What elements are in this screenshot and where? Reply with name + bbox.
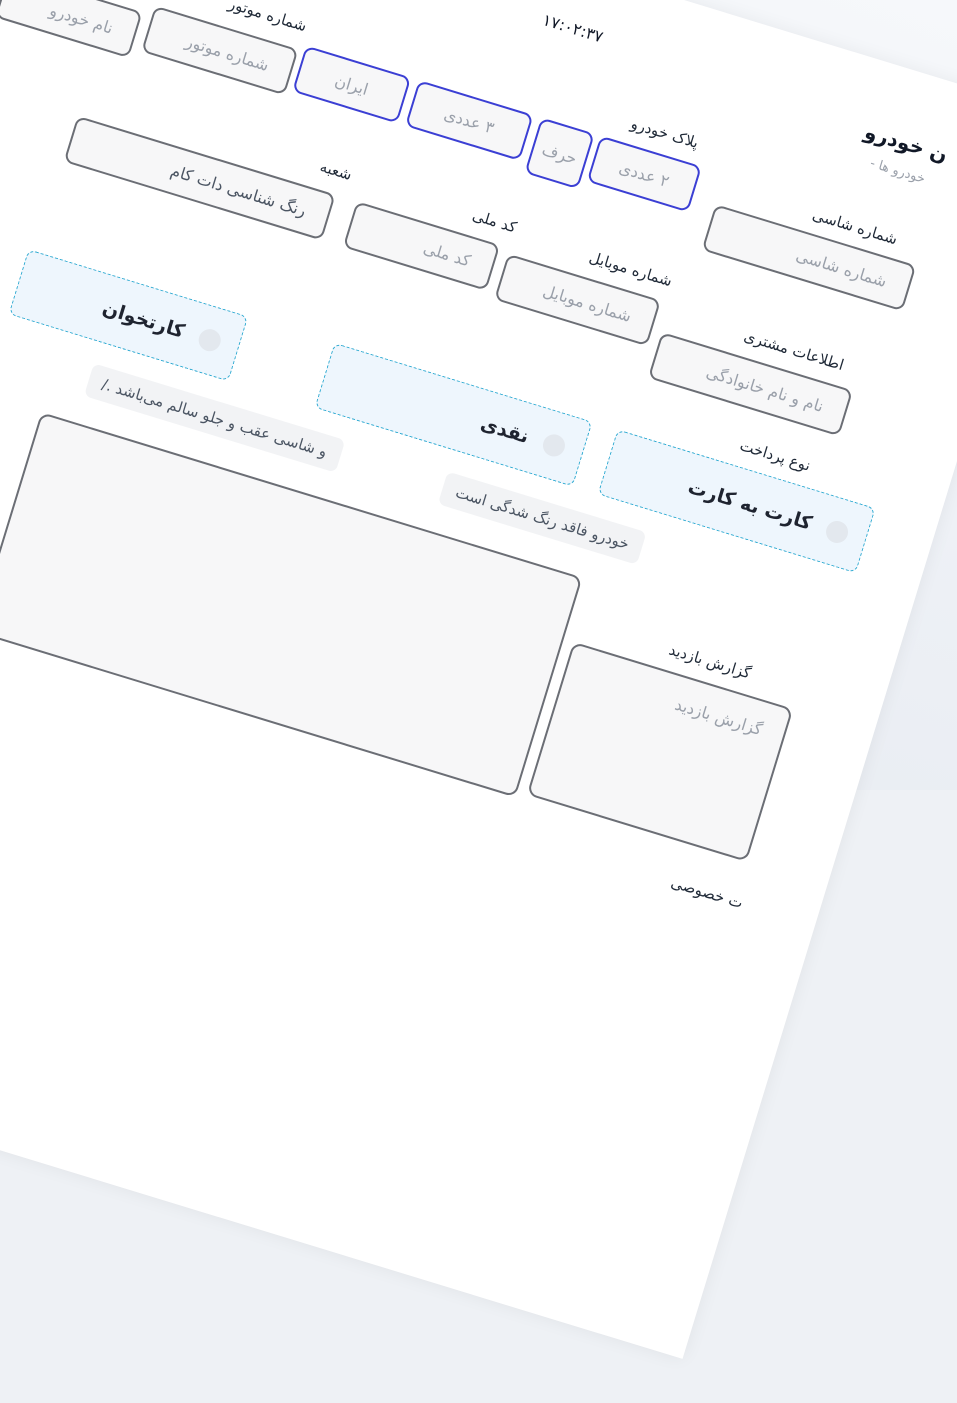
payment-option-label: کارت به کارت bbox=[685, 476, 815, 535]
radio-button[interactable] bbox=[540, 431, 568, 460]
page-canvas: ۱۷:۰۲:۳۷ ن خودرو خودرو ها - نام خودرو شم… bbox=[0, 0, 957, 1359]
payment-option-label: کارتخوان bbox=[99, 297, 188, 343]
payment-option-label: نقدی bbox=[477, 412, 532, 449]
radio-button[interactable] bbox=[823, 518, 851, 546]
radio-button[interactable] bbox=[195, 326, 224, 354]
